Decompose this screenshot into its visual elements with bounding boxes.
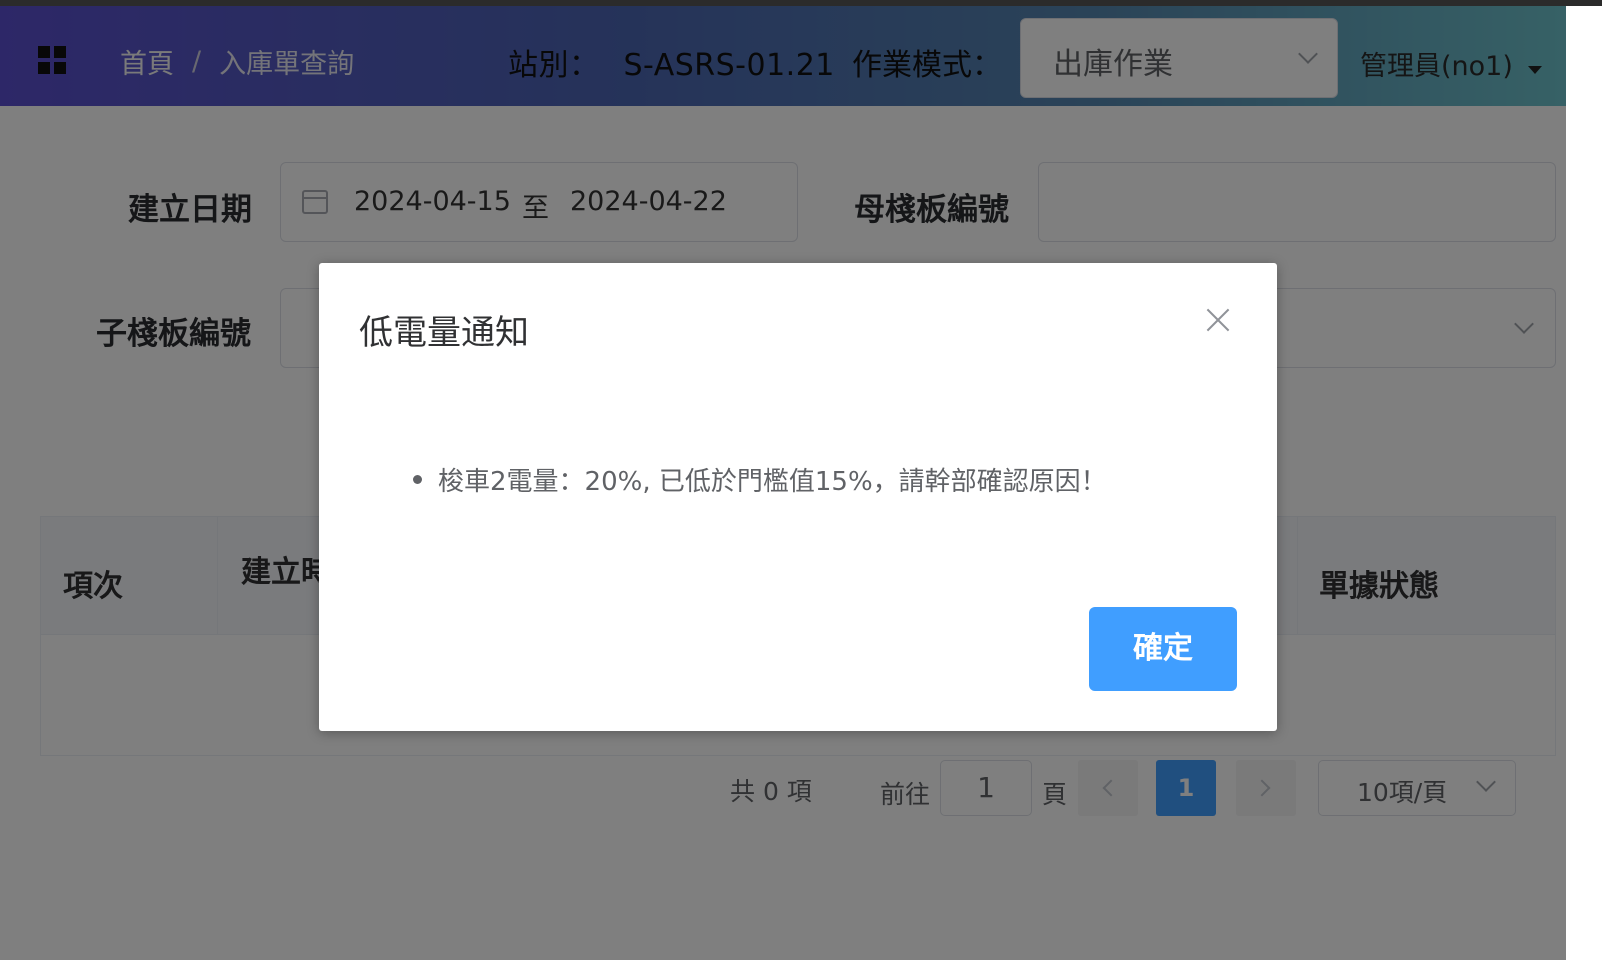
low-battery-dialog: 低電量通知 梭車2電量：20%, 已低於門檻值15%，請幹部確認原因！ 確定 [319,263,1277,731]
window-right-edge [1566,6,1602,960]
confirm-button[interactable]: 確定 [1089,607,1237,691]
bullet-icon [413,475,422,484]
dialog-message-item: 梭車2電量：20%, 已低於門檻值15%，請幹部確認原因！ [413,461,1107,498]
close-icon[interactable] [1205,307,1231,333]
dialog-title: 低電量通知 [359,313,529,353]
dialog-message: 梭車2電量：20%, 已低於門檻值15%，請幹部確認原因！ [438,467,1107,497]
